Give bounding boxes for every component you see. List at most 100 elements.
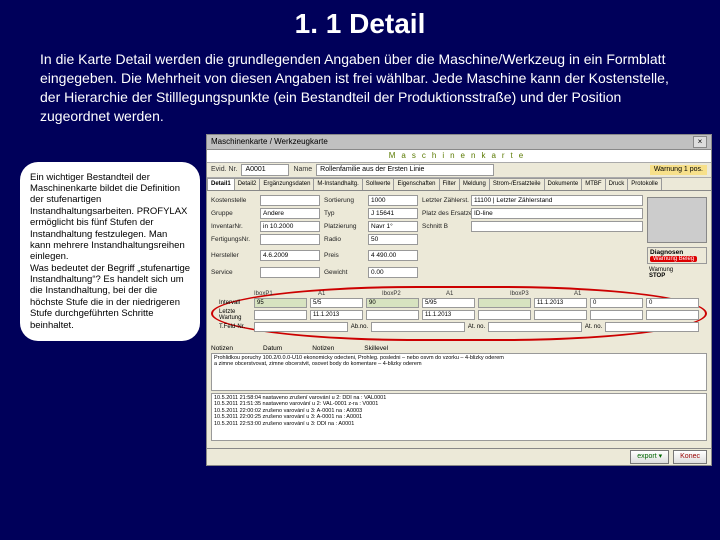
- w-r1-4[interactable]: [478, 298, 531, 308]
- val-inv[interactable]: in 10.2000: [260, 221, 320, 232]
- notes-label-2b: Skillevel: [364, 345, 388, 352]
- w-r2-0[interactable]: [254, 310, 307, 320]
- note-line-1: Prohlidkou poruchy 100.2/0.0.0-U10 ekono…: [214, 355, 704, 362]
- form-grid: Kostenstelle Sortierung 1000 Letzter Zäh…: [211, 195, 707, 280]
- export-button[interactable]: export ▾: [630, 450, 669, 464]
- tab-druck[interactable]: Druck: [605, 178, 629, 190]
- tab-eig[interactable]: Eigenschaften: [393, 178, 439, 190]
- log-2: 10.5.2011 22:00:02 zrušeno varování u 3:…: [214, 408, 704, 415]
- tab-strom[interactable]: Strom-/Ersatzteile: [489, 178, 545, 190]
- diag-red-pill: Warnung Beleg: [650, 256, 697, 262]
- val-gew[interactable]: 0.00: [368, 267, 418, 278]
- diagnose-box: Diagnosen Warnung Beleg: [647, 247, 707, 264]
- w-r1-0[interactable]: 95: [254, 298, 307, 308]
- val-platzeres[interactable]: ID-line: [471, 208, 643, 219]
- w-hdr-p2: IboxP2: [382, 291, 443, 297]
- name-value[interactable]: Rollenfamilie aus der Ersten Linie: [316, 164, 494, 176]
- w-r2-4[interactable]: [478, 310, 531, 320]
- val-fert[interactable]: [260, 234, 320, 245]
- w-r2-6[interactable]: [590, 310, 643, 320]
- lbl-radio: Radio: [324, 236, 364, 243]
- notes-box-top[interactable]: Prohlidkou poruchy 100.2/0.0.0-U10 ekono…: [211, 353, 707, 391]
- tabs-row: Detail1 Detail2 Ergänzungsdaten M-Instan…: [207, 178, 711, 191]
- lbl-fert: FertigungsNr.: [211, 236, 256, 243]
- evid-value[interactable]: A0001: [241, 164, 289, 176]
- val-typ[interactable]: J 15641: [368, 208, 418, 219]
- log-0: 10.5.2011 21:58:04 nastaveno zrušení var…: [214, 395, 704, 402]
- notes-area: Notizen Datum Notizen Skillevel Prohlidk…: [211, 345, 707, 441]
- bottom-bar: export ▾ Konec: [207, 448, 711, 465]
- tab-detail2[interactable]: Detail2: [234, 178, 261, 190]
- w-r1-1[interactable]: 5/5: [310, 298, 363, 308]
- lbl-platz: Platzierung: [324, 223, 364, 230]
- val-radio[interactable]: 50: [368, 234, 418, 245]
- w-r1-8[interactable]: 0: [590, 298, 643, 308]
- name-label: Name: [293, 166, 312, 173]
- notes-label-2: Notizen: [312, 345, 334, 352]
- log-3: 10.5.2011 22:00:25 zrušeno varování u 3:…: [214, 414, 704, 421]
- log-1: 10.5.2011 21:51:35 nastaveno varování u …: [214, 401, 704, 408]
- diag-title: Diagnosen: [650, 249, 704, 256]
- val-platz[interactable]: Navr 1°: [368, 221, 418, 232]
- w-r1-2[interactable]: 90: [366, 298, 419, 308]
- lbl-platzeres: Platz des Ersatzes: [422, 210, 467, 217]
- tab-filter[interactable]: Filter: [439, 178, 460, 190]
- w-r2-1[interactable]: 11.1.2013: [310, 310, 363, 320]
- w-r2-3[interactable]: 11.1.2013: [422, 310, 475, 320]
- banner: Maschinenkarte: [207, 150, 711, 163]
- machine-thumbnail: [647, 197, 707, 243]
- slide-title: 1. 1 Detail: [0, 0, 720, 40]
- tab-minst[interactable]: M-Instandhaltg.: [313, 178, 362, 190]
- val-preis[interactable]: 4 490.00: [368, 250, 418, 261]
- screenshot-window: Maschinenkarte / Werkzeugkarte × Maschin…: [206, 134, 712, 466]
- lbl-inv: InventarNr.: [211, 223, 256, 230]
- w-hdr-a2: A1: [446, 291, 507, 297]
- tab-detail1[interactable]: Detail1: [207, 178, 235, 190]
- val-gruppe[interactable]: Andere Einrichtungen: [260, 208, 320, 219]
- evid-label: Evid. Nr.: [211, 166, 237, 173]
- lbl-typ: Typ: [324, 210, 364, 217]
- log-4: 10.5.2011 22:53:00 zrušeno varování u 3:…: [214, 421, 704, 428]
- notes-label-1: Notizen: [211, 345, 233, 352]
- lbl-letzter: Letzter Zählerst.: [422, 197, 467, 204]
- tab-mtbf[interactable]: MTBF: [581, 178, 605, 190]
- window-title-text: Maschinenkarte / Werkzeugkarte: [211, 137, 328, 146]
- w-r2-2[interactable]: [366, 310, 419, 320]
- lbl-herst: Hersteller: [211, 252, 256, 259]
- intro-paragraph: In die Karte Detail werden die grundlege…: [40, 50, 680, 126]
- callout-bubble: Ein wichtiger Bestandteil der Maschinenk…: [20, 162, 200, 341]
- warning-badge: Warnung 1 pos.: [650, 165, 707, 175]
- lbl-gew: Gewicht: [324, 269, 364, 276]
- tab-erg[interactable]: Ergänzungsdaten: [259, 178, 314, 190]
- lbl-preis: Preis: [324, 252, 364, 259]
- w-hdr-a1: A1: [318, 291, 379, 297]
- val-section[interactable]: [471, 221, 643, 232]
- note-line-2: a zimne obcerstvovat, zimne obcerstvit, …: [214, 361, 704, 368]
- w-r1-5[interactable]: 11.1.2013: [534, 298, 587, 308]
- diag-stop: STOP: [649, 273, 665, 279]
- lbl-kostenstelle: Kostenstelle: [211, 197, 256, 204]
- close-button[interactable]: Konec: [673, 450, 707, 464]
- val-herst[interactable]: 4.6.2009: [260, 250, 320, 261]
- tab-soll[interactable]: Sollwerte: [362, 178, 395, 190]
- tab-dok[interactable]: Dokumente: [544, 178, 583, 190]
- val-serv[interactable]: [260, 267, 320, 278]
- val-kostenstelle[interactable]: [260, 195, 320, 206]
- w-lbl-feld: T.Feld-Nr.: [219, 324, 251, 330]
- val-sort[interactable]: 1000: [368, 195, 418, 206]
- w-hdr-p3: IboxP3: [510, 291, 571, 297]
- w-r2-7[interactable]: [646, 310, 699, 320]
- w-r1-10[interactable]: 0: [646, 298, 699, 308]
- w-lbl-abno: Ab.no.: [351, 324, 368, 330]
- lbl-sort: Sortierung: [324, 197, 364, 204]
- w-hdr-p1: IboxP1: [254, 291, 315, 297]
- w-r1-3[interactable]: 5/95: [422, 298, 475, 308]
- w-hdr-a3: A1: [574, 291, 635, 297]
- w-r2-5[interactable]: [534, 310, 587, 320]
- tab-prot[interactable]: Protokolle: [627, 178, 662, 190]
- tab-meld[interactable]: Meldung: [459, 178, 490, 190]
- notes-box-log[interactable]: 10.5.2011 21:58:04 nastaveno zrušení var…: [211, 393, 707, 441]
- close-icon[interactable]: ×: [693, 136, 707, 148]
- val-letzter[interactable]: 11100 | Letzter Zählerstand: [471, 195, 643, 206]
- notes-label-2a: Datum: [263, 345, 282, 352]
